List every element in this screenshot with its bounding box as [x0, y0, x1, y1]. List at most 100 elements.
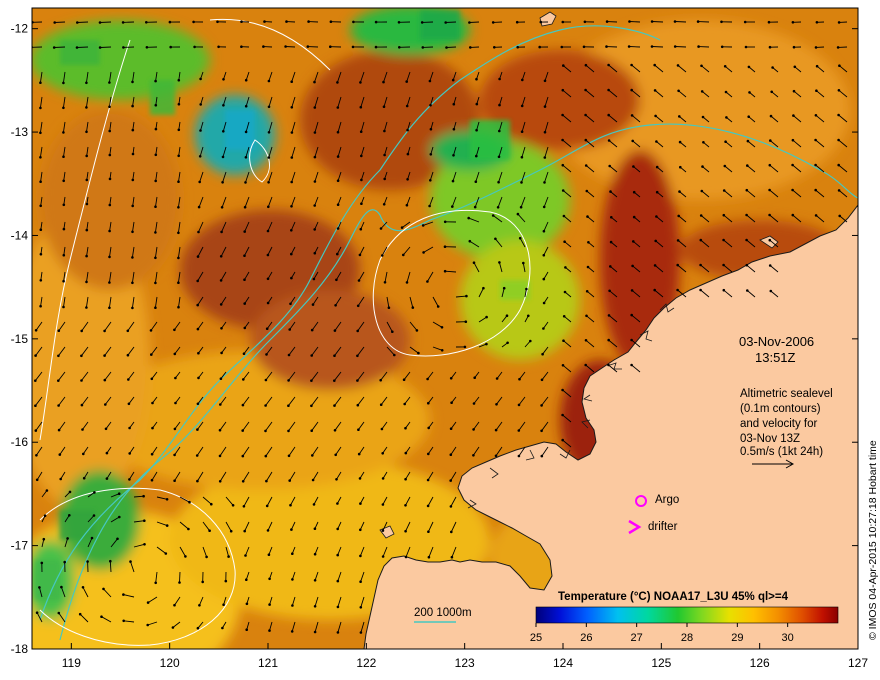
velocity-vector-head [244, 104, 248, 108]
velocity-vector-head [312, 277, 316, 281]
drifter-label: drifter [648, 521, 678, 533]
velocity-vector-head [329, 45, 332, 48]
velocity-vector-head [837, 163, 840, 167]
velocity-vector-head [421, 224, 425, 227]
velocity-vector-head [268, 577, 271, 581]
velocity-vector-head [154, 79, 157, 83]
velocity-vector-head [722, 189, 726, 192]
colorbar [535, 606, 839, 624]
velocity-vector-head [102, 587, 105, 591]
velocity-vector-head [173, 427, 177, 431]
velocity-vector-head [128, 452, 131, 455]
velocity-vector-head [216, 20, 219, 24]
velocity-vector-head [290, 630, 294, 633]
velocity-vector-head [127, 402, 131, 406]
velocity-vector-head [744, 45, 748, 49]
velocity-vector-head [244, 156, 248, 159]
velocity-vector-head [43, 514, 47, 517]
velocity-vector [77, 21, 89, 23]
velocity-vector-head [229, 529, 233, 533]
velocity-vector-head [445, 46, 448, 49]
velocity-vector-head [630, 338, 633, 342]
velocity-vector-head [306, 45, 310, 48]
velocity-vector-head [676, 288, 679, 292]
velocity-vector-head [59, 477, 62, 481]
velocity-vector-head [313, 80, 316, 84]
velocity-vector-head [117, 492, 121, 496]
velocity-vector-head [516, 45, 519, 49]
velocity-vector-head [165, 498, 169, 501]
velocity-vector-head [174, 401, 177, 405]
velocity-vector-head [267, 79, 271, 83]
velocity-vector-head [746, 164, 749, 167]
velocity-vector-head [39, 156, 42, 159]
velocity-vector-head [131, 204, 134, 208]
velocity-vector-head [540, 378, 544, 382]
velocity-vector-head [333, 329, 337, 332]
velocity-vector-head [127, 378, 130, 381]
velocity-vector-head [313, 579, 317, 582]
velocity-vector-head [451, 179, 455, 183]
velocity-vector-head [379, 378, 383, 382]
velocity-vector-head [607, 88, 610, 92]
velocity-vector-head [468, 239, 472, 243]
velocity-vector-head [745, 213, 748, 217]
velocity-vector-head [131, 230, 134, 234]
velocity-vector-head [173, 328, 176, 332]
velocity-vector-head [208, 529, 211, 532]
velocity-vector-head [814, 138, 817, 142]
velocity-vector [675, 46, 687, 48]
velocity-vector-head [240, 20, 243, 24]
velocity-vector-head [541, 352, 544, 356]
velocity-vector-head [497, 180, 500, 184]
velocity-vector-head [336, 81, 339, 84]
velocity-vector-head [498, 261, 501, 264]
velocity-vector-head [53, 21, 56, 24]
velocity-vector-head [444, 21, 448, 24]
velocity-vector-head [650, 20, 654, 23]
velocity-vector-head [313, 106, 317, 109]
velocity-vector-head [199, 103, 202, 106]
velocity-vector-head [177, 256, 180, 260]
velocity-vector-head [585, 314, 588, 318]
velocity-vector-head [171, 626, 175, 629]
velocity-vector-head [627, 45, 631, 48]
velocity-vector-head [356, 304, 360, 308]
velocity-vector-head [792, 45, 796, 49]
velocity-vector-head [40, 561, 44, 565]
velocity-vector-head [63, 560, 66, 564]
velocity-vector-head [219, 254, 223, 258]
velocity-vector-head [699, 214, 703, 217]
velocity-vector-head [815, 89, 818, 92]
velocity-vector-head [631, 264, 634, 268]
velocity-vector-head [220, 206, 224, 209]
velocity-vector-head [676, 64, 680, 67]
velocity-vector-head [243, 230, 246, 233]
velocity-vector-head [699, 263, 702, 267]
velocity-vector-head [197, 205, 201, 209]
velocity-vector-head [517, 403, 521, 407]
velocity-vector-head [221, 181, 224, 184]
velocity-vector-head [494, 454, 498, 458]
velocity-vector-head [220, 230, 223, 234]
velocity-vector-head [82, 476, 86, 480]
velocity-vector-head [78, 612, 82, 616]
velocity-vector-head [80, 379, 83, 382]
velocity-vector-head [34, 329, 38, 332]
velocity-vector-head [266, 529, 270, 532]
velocity-vector-head [699, 288, 702, 292]
velocity-vector-head [143, 543, 146, 546]
velocity-vector-head [310, 429, 314, 433]
velocity-vector-head [241, 403, 245, 407]
velocity-vector-head [450, 530, 453, 534]
velocity-vector-head [150, 452, 154, 456]
velocity-vector-head [387, 306, 391, 310]
velocity-vector-head [335, 478, 338, 481]
velocity-vector-head [473, 376, 477, 380]
depth-legend-label: 200 1000m [414, 607, 472, 619]
velocity-vector-head [374, 45, 378, 49]
velocity-vector-head [359, 130, 363, 133]
velocity-vector-head [743, 20, 747, 24]
velocity-vector-head [584, 113, 587, 117]
velocity-vector-head [198, 155, 202, 158]
